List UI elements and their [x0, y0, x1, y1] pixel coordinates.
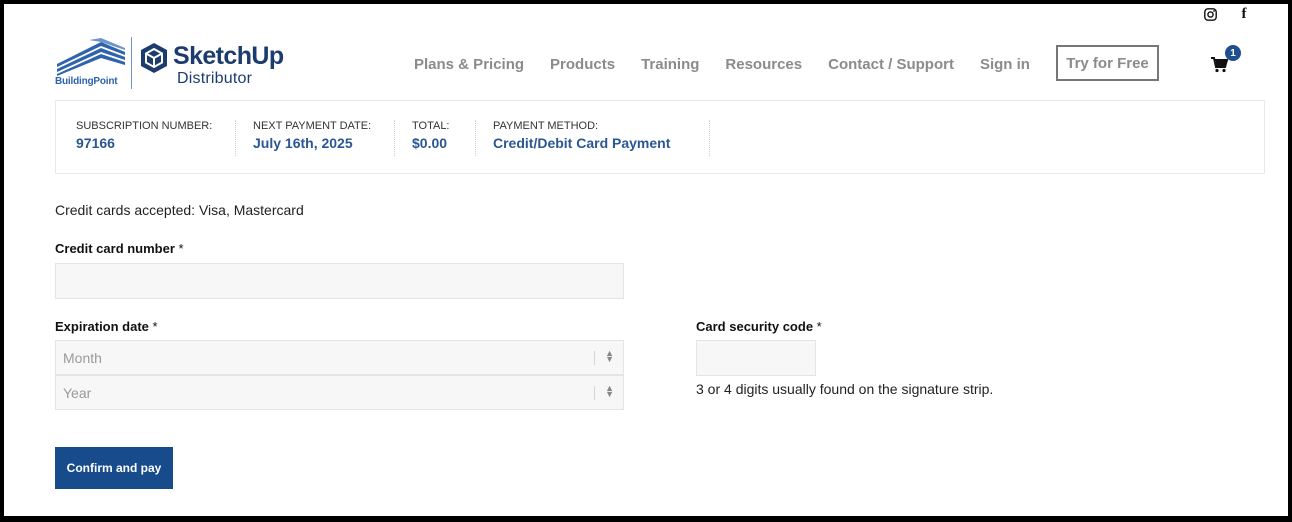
- nav-contact-support[interactable]: Contact / Support: [828, 56, 954, 73]
- sketchup-logo-icon: [141, 43, 167, 73]
- nav-resources[interactable]: Resources: [725, 56, 802, 73]
- select-divider: [594, 351, 595, 365]
- nav-products[interactable]: Products: [550, 56, 615, 73]
- year-placeholder: Year: [63, 384, 92, 401]
- main-nav: Plans & Pricing Products Training Resour…: [414, 56, 1056, 73]
- summary-value: Credit/Debit Card Payment: [493, 135, 671, 151]
- summary-subscription-number: SUBSCRIPTION NUMBER: 97166: [76, 120, 236, 156]
- instagram-icon[interactable]: [1202, 6, 1218, 22]
- subscription-summary: SUBSCRIPTION NUMBER: 97166 NEXT PAYMENT …: [55, 100, 1265, 174]
- nav-plans-pricing[interactable]: Plans & Pricing: [414, 56, 524, 73]
- nav-sign-in[interactable]: Sign in: [980, 56, 1030, 73]
- summary-label: NEXT PAYMENT DATE:: [253, 120, 372, 132]
- nav-training[interactable]: Training: [641, 56, 699, 73]
- select-divider: [594, 386, 595, 400]
- security-code-hint: 3 or 4 digits usually found on the signa…: [696, 381, 994, 397]
- summary-value: 97166: [76, 135, 115, 151]
- required-mark: *: [178, 241, 184, 256]
- logo-divider: [131, 37, 132, 89]
- cart-icon[interactable]: [1211, 57, 1229, 73]
- select-arrows-icon: ▲ ▼: [605, 383, 614, 399]
- card-number-input[interactable]: [55, 263, 624, 299]
- facebook-icon[interactable]: f: [1236, 6, 1252, 22]
- confirm-and-pay-button[interactable]: Confirm and pay: [55, 447, 173, 489]
- security-code-label: Card security code *: [696, 319, 822, 334]
- summary-total: TOTAL: $0.00: [412, 120, 476, 156]
- security-code-label-text: Card security code: [696, 319, 814, 334]
- summary-label: SUBSCRIPTION NUMBER:: [76, 120, 213, 132]
- expiration-label-text: Expiration date: [55, 319, 149, 334]
- summary-next-payment-date: NEXT PAYMENT DATE: July 16th, 2025: [253, 120, 395, 156]
- month-placeholder: Month: [63, 349, 102, 366]
- summary-label: TOTAL:: [412, 120, 450, 132]
- cart-count-badge: 1: [1225, 45, 1241, 61]
- try-for-free-button[interactable]: Try for Free: [1056, 45, 1159, 81]
- expiration-label: Expiration date *: [55, 319, 158, 334]
- select-arrows-icon: ▲ ▼: [605, 348, 614, 364]
- page-frame: f BuildingPoint SketchUp Distributor Pla…: [4, 4, 1288, 516]
- required-mark: *: [816, 319, 822, 334]
- distributor-subtitle: Distributor: [177, 70, 253, 87]
- buildingpoint-logo-mark: [57, 38, 125, 76]
- card-number-label: Credit card number *: [55, 241, 184, 256]
- expiry-year-select[interactable]: Year ▲ ▼: [55, 375, 624, 410]
- site-logo[interactable]: BuildingPoint SketchUp Distributor: [55, 34, 295, 92]
- sketchup-wordmark: SketchUp: [173, 42, 284, 70]
- buildingpoint-wordmark: BuildingPoint: [55, 76, 118, 87]
- security-code-input[interactable]: [696, 340, 816, 376]
- summary-payment-method: PAYMENT METHOD: Credit/Debit Card Paymen…: [493, 120, 710, 156]
- summary-value: $0.00: [412, 135, 448, 151]
- cards-accepted-text: Credit cards accepted: Visa, Mastercard: [55, 202, 304, 218]
- expiry-month-select[interactable]: Month ▲ ▼: [55, 340, 624, 375]
- social-links: f: [1202, 6, 1252, 22]
- summary-label: PAYMENT METHOD:: [493, 120, 599, 132]
- card-number-label-text: Credit card number: [55, 241, 175, 256]
- summary-value: July 16th, 2025: [253, 135, 353, 151]
- required-mark: *: [152, 319, 158, 334]
